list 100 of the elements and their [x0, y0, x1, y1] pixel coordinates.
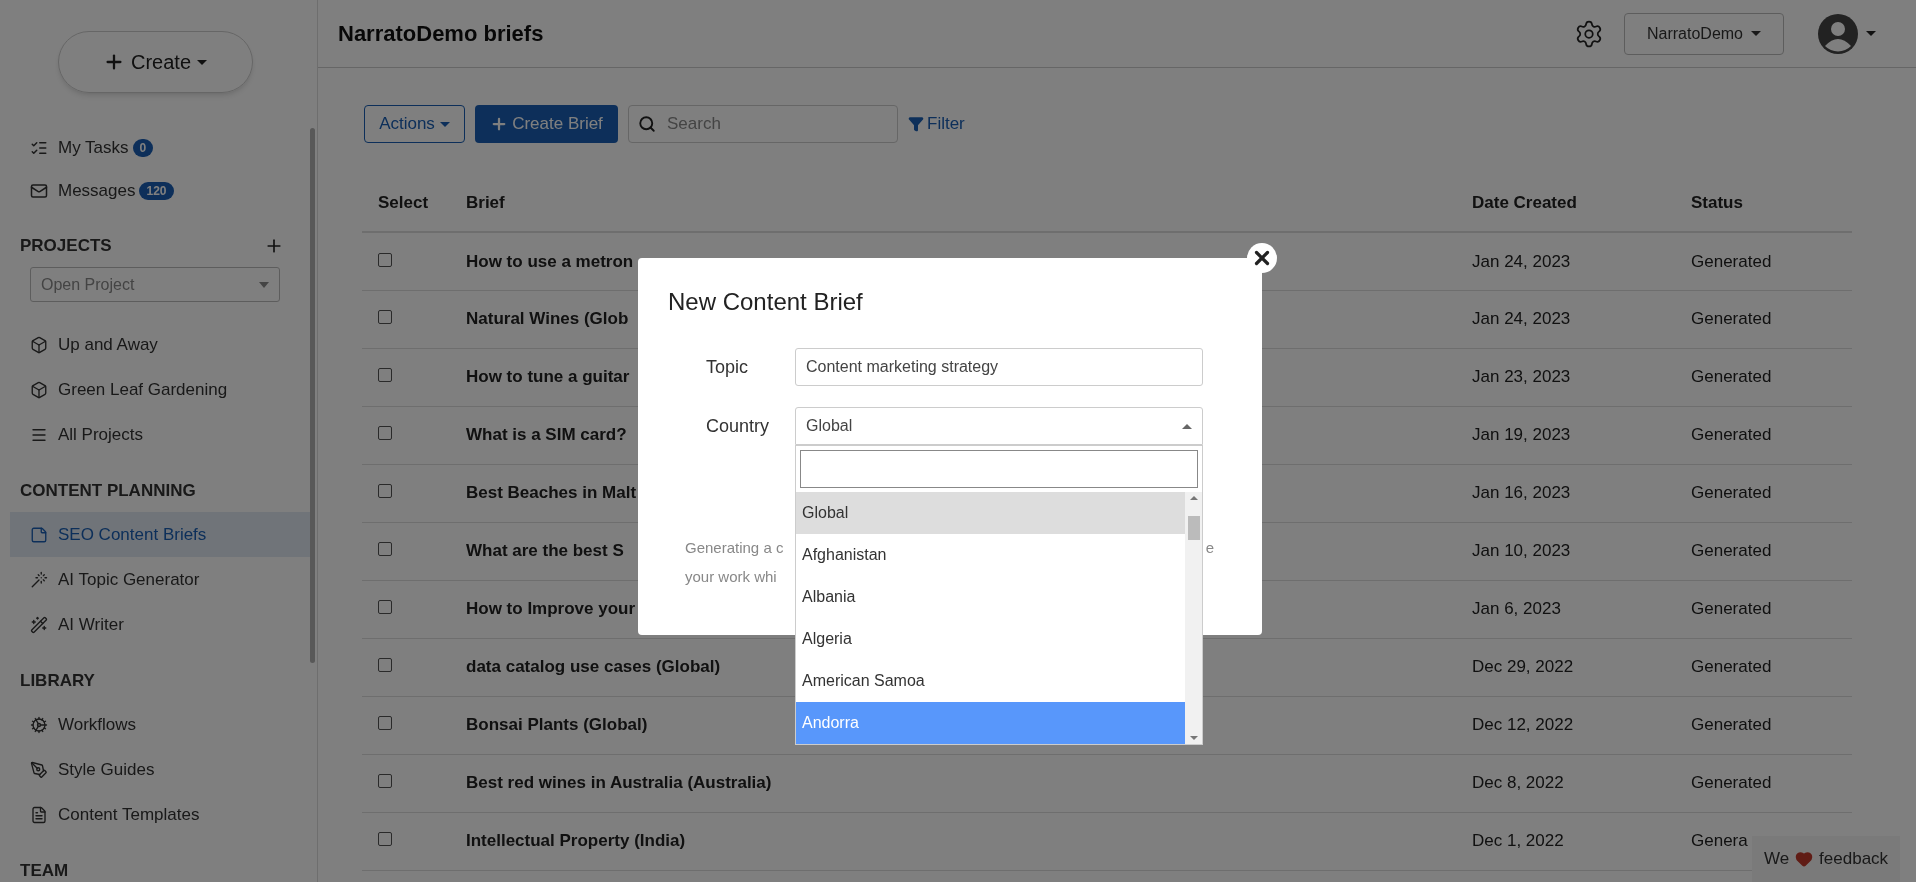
dropdown-option[interactable]: Albania	[796, 576, 1185, 618]
brief-link[interactable]: How to Improve your	[466, 599, 636, 619]
caret-icon	[197, 59, 207, 65]
dropdown-option[interactable]: Afghanistan	[796, 534, 1185, 576]
brief-link[interactable]: data catalog use cases (Global)	[466, 657, 721, 677]
status-text: Generated	[1691, 251, 1772, 271]
field-label: Country	[705, 414, 771, 438]
nav-item[interactable]: SEO Content Briefs	[10, 512, 310, 557]
row-checkbox[interactable]	[378, 542, 392, 557]
date-cell: Dec 29, 2022	[1456, 638, 1675, 696]
section-heading: PROJECTS	[20, 236, 112, 256]
caret-icon	[259, 281, 269, 288]
date-cell: Dec 8, 2022	[1456, 754, 1675, 812]
nav-item[interactable]: My Tasks 0	[0, 126, 310, 169]
row-checkbox[interactable]	[378, 252, 392, 267]
brief-link[interactable]: Best red wines in Australia (Australia)	[466, 773, 772, 793]
brief-link[interactable]: Intellectual Property (India)	[466, 831, 686, 851]
nav-item[interactable]: Content Templates	[10, 792, 310, 837]
project-select[interactable]: Open Project	[30, 267, 280, 302]
scrollbar[interactable]	[310, 128, 315, 663]
avatar-icon	[1818, 13, 1858, 54]
date-cell: Jan 24, 2023	[1456, 290, 1675, 348]
section-heading: TEAM	[20, 861, 69, 881]
section-heading: CONTENT PLANNING	[20, 481, 196, 501]
brief-link[interactable]: Natural Wines (Glob	[466, 309, 629, 329]
nav-item[interactable]: AI Writer	[10, 602, 310, 647]
brief-link[interactable]: What is a SIM card?	[466, 425, 627, 445]
helper-text: your work whi	[685, 568, 777, 585]
user-menu[interactable]	[1818, 13, 1876, 54]
row-checkbox[interactable]	[378, 368, 392, 383]
status-text: Generated	[1691, 541, 1772, 561]
row-checkbox[interactable]	[378, 426, 392, 441]
filter-link[interactable]: Filter	[908, 111, 965, 137]
status-text: Generated	[1691, 657, 1772, 677]
status-text: Generated	[1691, 367, 1772, 387]
row-checkbox[interactable]	[378, 774, 392, 789]
caret-icon	[1182, 423, 1192, 429]
status-text: Genera	[1691, 831, 1748, 851]
dropdown-option[interactable]: Global	[796, 492, 1185, 534]
brief-link[interactable]: Bonsai Plants (Global)	[466, 715, 648, 735]
dropdown-search-field[interactable]	[800, 450, 1198, 488]
date-cell: Dec 12, 2022	[1456, 696, 1675, 754]
note-icon	[30, 525, 48, 544]
nav-item[interactable]: Workflows	[10, 702, 310, 747]
nav-item[interactable]: Green Leaf Gardening	[10, 367, 310, 412]
status-text: Generated	[1691, 309, 1772, 329]
nav-label: My Tasks	[58, 136, 129, 159]
status-text: Generated	[1691, 715, 1772, 735]
row-checkbox[interactable]	[378, 832, 392, 847]
brief-link[interactable]: Best Beaches in Malt	[466, 483, 637, 503]
actions-dropdown[interactable]: Actions	[364, 105, 465, 143]
cube-icon	[30, 335, 48, 354]
heart-icon	[1795, 850, 1814, 868]
nav-item[interactable]: All Projects	[10, 412, 310, 457]
date-cell: Jan 23, 2023	[1456, 348, 1675, 406]
row-checkbox[interactable]	[378, 716, 392, 731]
column-header: Select	[362, 175, 450, 232]
row-checkbox[interactable]	[378, 658, 392, 673]
field-label: Topic	[705, 355, 750, 379]
filter-icon	[908, 116, 924, 132]
date-cell: Jan 19, 2023	[1456, 406, 1675, 464]
cube-icon	[30, 380, 48, 399]
row-checkbox[interactable]	[378, 484, 392, 499]
account-dropdown[interactable]: NarratoDemo	[1624, 12, 1784, 55]
caret-icon	[1751, 31, 1761, 36]
status-text: Generated	[1691, 773, 1772, 793]
date-cell: Jan 24, 2023	[1456, 232, 1675, 290]
nav-label: Messages	[58, 179, 136, 202]
column-header: Status	[1675, 175, 1852, 232]
section-heading: LIBRARY	[20, 671, 95, 691]
status-text: Generated	[1691, 599, 1772, 619]
column-header: Date Created	[1456, 175, 1675, 232]
brief-link[interactable]: How to use a metron	[466, 251, 634, 271]
gears-icon	[30, 715, 48, 734]
status-text: Generated	[1691, 425, 1772, 445]
column-header: Brief	[450, 175, 1456, 232]
modal-title: New Content Brief	[668, 287, 864, 317]
feedback-tab[interactable]: We feedback	[1752, 836, 1900, 882]
helper-text: Generating a c	[685, 538, 784, 558]
nav-item[interactable]: Style Guides	[10, 747, 310, 792]
create-brief-button[interactable]: Create Brief	[475, 105, 618, 143]
row-checkbox[interactable]	[378, 600, 392, 615]
nav-item[interactable]: Up and Away	[10, 322, 310, 367]
search-field[interactable]: Search	[628, 105, 898, 143]
scrollbar[interactable]	[1185, 492, 1202, 744]
dropdown-option[interactable]: Andorra	[796, 702, 1185, 744]
brief-link[interactable]: What are the best S	[466, 541, 624, 561]
date-cell: Jan 16, 2023	[1456, 464, 1675, 522]
helper-text: e	[1205, 538, 1214, 558]
magic-wand-icon	[30, 570, 48, 589]
brief-link[interactable]: How to tune a guitar	[466, 367, 630, 387]
nav-item[interactable]: AI Topic Generator	[10, 557, 310, 602]
topic-field[interactable]: Content marketing strategy	[795, 348, 1203, 386]
dropdown-option[interactable]: Algeria	[796, 618, 1185, 660]
row-checkbox[interactable]	[378, 310, 392, 325]
date-cell: Dec 1, 2022	[1456, 812, 1675, 870]
settings-icon[interactable]	[1574, 18, 1604, 49]
status-text: Generated	[1691, 483, 1772, 503]
dropdown-option[interactable]: American Samoa	[796, 660, 1185, 702]
nav-item[interactable]: Messages 120	[0, 169, 310, 212]
